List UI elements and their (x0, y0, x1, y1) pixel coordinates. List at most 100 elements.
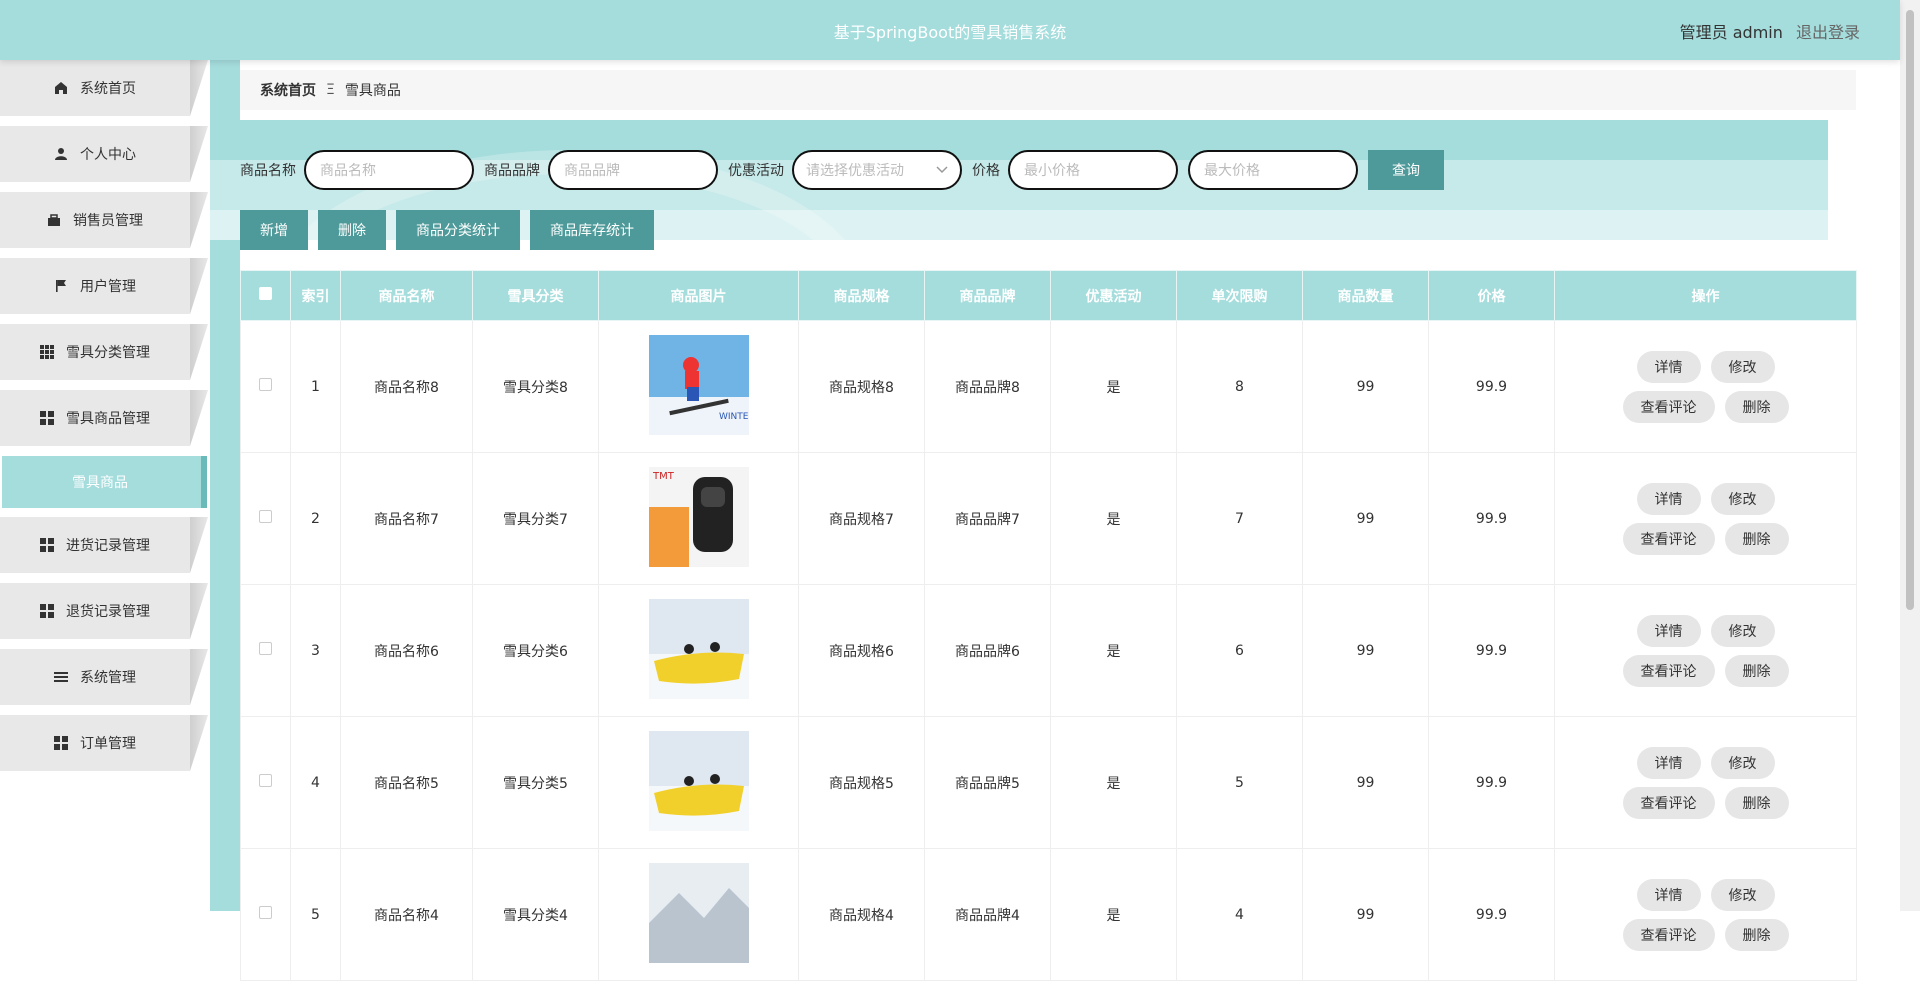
delete-row-button[interactable]: 删除 (1724, 522, 1789, 555)
edit-button[interactable]: 修改 (1710, 614, 1775, 647)
cell-limit: 7 (1176, 452, 1303, 585)
sidebar-item-category[interactable]: 雪具分类管理 (0, 324, 210, 380)
cell-price: 99.9 (1428, 848, 1555, 981)
row-checkbox[interactable] (259, 642, 272, 655)
grid-icon (40, 345, 54, 359)
name-input[interactable]: 商品名称 (304, 150, 474, 190)
min-price-input[interactable]: 最小价格 (1008, 150, 1178, 190)
sidebar-item-orders[interactable]: 订单管理 (0, 715, 210, 771)
detail-button[interactable]: 详情 (1636, 614, 1701, 647)
brand-input[interactable]: 商品品牌 (548, 150, 718, 190)
col-header: 优惠活动 (1050, 270, 1177, 321)
cell-limit: 4 (1176, 848, 1303, 981)
scrollbar[interactable] (1900, 0, 1920, 911)
stock-stats-button[interactable]: 商品库存统计 (530, 210, 654, 250)
comments-button[interactable]: 查看评论 (1622, 522, 1715, 555)
detail-button[interactable]: 详情 (1636, 878, 1701, 911)
comments-button[interactable]: 查看评论 (1622, 918, 1715, 951)
cell-promo: 是 (1050, 584, 1177, 717)
cell-quantity: 99 (1302, 848, 1429, 981)
table-row: 3 商品名称6 雪具分类6 商品规格6 商品品牌6 是 6 99 99.9 详情… (240, 584, 1857, 717)
user-area: 管理员 admin 退出登录 (1680, 19, 1860, 43)
app-title: 基于SpringBoot的雪具销售系统 (833, 23, 1067, 42)
comments-button[interactable]: 查看评论 (1622, 654, 1715, 687)
category-stats-button[interactable]: 商品分类统计 (396, 210, 520, 250)
cell-brand: 商品品牌5 (924, 716, 1051, 849)
detail-button[interactable]: 详情 (1636, 746, 1701, 779)
submenu-item-products[interactable]: 雪具商品 (2, 456, 207, 508)
logout-link[interactable]: 退出登录 (1796, 23, 1860, 42)
cell-name: 商品名称8 (340, 320, 473, 453)
sidebar-item-products[interactable]: 雪具商品管理 (0, 390, 210, 446)
sidebar-item-label: 用户管理 (80, 279, 136, 295)
flag-icon (54, 279, 68, 293)
col-header: 雪具分类 (472, 270, 599, 321)
breadcrumb-home[interactable]: 系统首页 (260, 80, 316, 100)
sidebar-item-returns[interactable]: 退货记录管理 (0, 583, 210, 639)
price-label: 价格 (972, 163, 1000, 179)
max-price-input[interactable]: 最大价格 (1188, 150, 1358, 190)
sidebar-item-purchase[interactable]: 进货记录管理 (0, 517, 210, 573)
delete-button[interactable]: 删除 (318, 210, 386, 250)
action-bar: 新增 删除 商品分类统计 商品库存统计 (240, 210, 664, 250)
menu-icon (54, 670, 68, 684)
cell-price: 99.9 (1428, 452, 1555, 585)
cell-promo: 是 (1050, 320, 1177, 453)
cell-index: 2 (290, 452, 341, 585)
promo-select[interactable]: 请选择优惠活动 (792, 150, 962, 190)
detail-button[interactable]: 详情 (1636, 482, 1701, 515)
cell-spec: 商品规格5 (798, 716, 925, 849)
sidebar-item-profile[interactable]: 个人中心 (0, 126, 210, 182)
grid-icon (40, 604, 54, 618)
edit-button[interactable]: 修改 (1710, 350, 1775, 383)
col-header: 商品品牌 (924, 270, 1051, 321)
edit-button[interactable]: 修改 (1710, 878, 1775, 911)
cell-category: 雪具分类5 (472, 716, 599, 849)
cell-category: 雪具分类8 (472, 320, 599, 453)
cell-promo: 是 (1050, 452, 1177, 585)
home-icon (54, 81, 68, 95)
col-header: 商品名称 (340, 270, 473, 321)
sidebar-item-label: 雪具分类管理 (66, 345, 150, 361)
row-checkbox[interactable] (259, 774, 272, 787)
admin-label: 管理员 admin (1679, 23, 1783, 42)
sidebar-item-users[interactable]: 用户管理 (0, 258, 210, 314)
delete-row-button[interactable]: 删除 (1724, 654, 1789, 687)
search-button[interactable]: 查询 (1368, 150, 1444, 190)
col-header: 单次限购 (1176, 270, 1303, 321)
row-checkbox[interactable] (259, 378, 272, 391)
sidebar-item-sales[interactable]: 销售员管理 (0, 192, 210, 248)
detail-button[interactable]: 详情 (1636, 350, 1701, 383)
promo-placeholder: 请选择优惠活动 (806, 163, 904, 179)
table-row: 5 商品名称4 雪具分类4 商品规格4 商品品牌4 是 4 99 99.9 详情… (240, 848, 1857, 981)
edit-button[interactable]: 修改 (1710, 746, 1775, 779)
col-header: 商品规格 (798, 270, 925, 321)
col-header: 索引 (290, 270, 341, 321)
select-all-cell[interactable] (240, 270, 291, 321)
delete-row-button[interactable]: 删除 (1724, 390, 1789, 423)
edit-button[interactable]: 修改 (1710, 482, 1775, 515)
sidebar-item-home[interactable]: 系统首页 (0, 60, 210, 116)
row-checkbox[interactable] (259, 906, 272, 919)
cell-promo: 是 (1050, 716, 1177, 849)
comments-button[interactable]: 查看评论 (1622, 390, 1715, 423)
grid-icon (40, 411, 54, 425)
sidebar-item-system[interactable]: 系统管理 (0, 649, 210, 705)
add-button[interactable]: 新增 (240, 210, 308, 250)
table-row: 4 商品名称5 雪具分类5 商品规格5 商品品牌5 是 5 99 99.9 详情… (240, 716, 1857, 849)
row-checkbox[interactable] (259, 510, 272, 523)
table-row: 2 商品名称7 雪具分类7 TMT 商品规格7 商品品牌7 是 7 99 99.… (240, 452, 1857, 585)
cell-quantity: 99 (1302, 452, 1429, 585)
cell-name: 商品名称7 (340, 452, 473, 585)
scrollbar-thumb[interactable] (1906, 10, 1914, 610)
product-image: WINTER (648, 334, 754, 435)
sidebar: 系统首页 个人中心 销售员管理 用户管理 雪具分类管理 雪具商品管理 雪具商品 (0, 60, 210, 911)
comments-button[interactable]: 查看评论 (1622, 786, 1715, 819)
delete-row-button[interactable]: 删除 (1724, 918, 1789, 951)
select-all-checkbox[interactable] (259, 287, 272, 300)
cell-quantity: 99 (1302, 320, 1429, 453)
row-actions: 详情 修改 查看评论 删除 (1555, 614, 1856, 687)
delete-row-button[interactable]: 删除 (1724, 786, 1789, 819)
row-actions: 详情 修改 查看评论 删除 (1555, 482, 1856, 555)
product-image: TMT (648, 466, 749, 567)
